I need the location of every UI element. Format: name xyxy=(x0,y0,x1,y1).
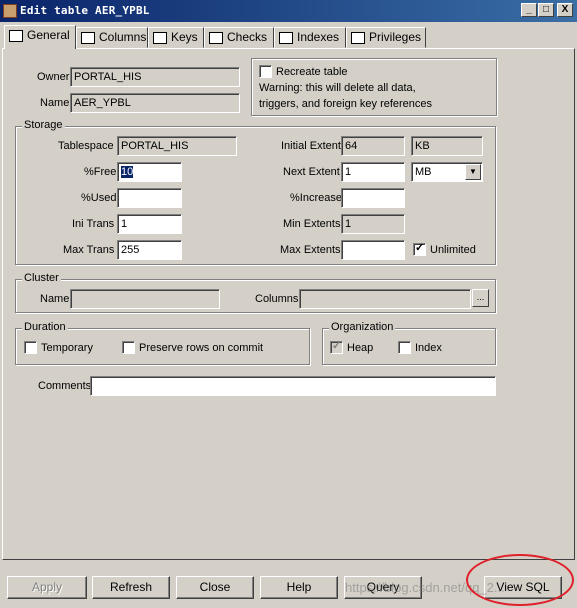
organization-group-title: Organization xyxy=(329,321,396,333)
next-extent-label: Next Extent xyxy=(283,166,340,178)
max-extents-label: Max Extents xyxy=(280,244,341,256)
initial-extent-field: 64 xyxy=(341,136,405,156)
tab-keys[interactable]: Keys xyxy=(148,27,204,48)
heap-checkbox[interactable] xyxy=(330,339,343,354)
next-extent-input[interactable]: 1 xyxy=(341,162,405,182)
unlimited-label: Unlimited xyxy=(430,244,476,256)
tab-indexes[interactable]: Indexes xyxy=(274,27,346,48)
index-label: Index xyxy=(415,342,442,354)
duration-group-title: Duration xyxy=(22,321,68,333)
tab-indexes-label: Indexes xyxy=(297,30,340,44)
help-button[interactable]: Help xyxy=(260,576,338,599)
index-checkbox[interactable] xyxy=(398,341,411,354)
highlight-ellipse xyxy=(466,554,574,606)
tab-keys-label: Keys xyxy=(171,30,198,44)
pctfree-label: %Free xyxy=(84,166,117,178)
initial-extent-unit: KB xyxy=(411,136,483,156)
cluster-columns-label: Columns xyxy=(255,293,299,305)
name-label: Name xyxy=(40,97,70,109)
tab-checks[interactable]: Checks xyxy=(204,27,274,48)
name-field: AER_YPBL xyxy=(70,93,240,113)
comments-input[interactable] xyxy=(90,376,496,396)
window-title: Edit table AER_YPBL xyxy=(20,4,150,17)
owner-label: Owner xyxy=(37,71,70,83)
temporary-label: Temporary xyxy=(41,342,93,354)
owner-field: PORTAL_HIS xyxy=(70,67,240,87)
storage-group-title: Storage xyxy=(22,119,65,131)
pctfree-value: 10 xyxy=(121,166,134,178)
refresh-button[interactable]: Refresh xyxy=(92,576,170,599)
tab-columns-label: Columns xyxy=(99,30,147,44)
tab-columns[interactable]: Columns xyxy=(76,27,148,48)
unlimited-checkbox[interactable] xyxy=(413,241,426,256)
tablespace-field: PORTAL_HIS xyxy=(117,136,237,156)
app-icon xyxy=(3,4,17,18)
next-extent-unit-select[interactable]: MB ▼ xyxy=(411,162,483,182)
preserve-rows-label: Preserve rows on commit xyxy=(139,342,264,354)
minimize-button[interactable]: _ xyxy=(521,3,537,17)
checks-tab-icon xyxy=(209,32,223,44)
preserve-rows-checkbox[interactable] xyxy=(122,341,135,354)
recreate-checkbox[interactable] xyxy=(259,65,272,78)
privileges-tab-icon xyxy=(351,32,365,44)
close-window-button[interactable]: X xyxy=(557,3,573,17)
cluster-name-field xyxy=(70,289,220,309)
keys-tab-icon xyxy=(153,32,167,44)
pctfree-input[interactable]: 10 xyxy=(117,162,182,182)
initrans-input[interactable]: 1 xyxy=(117,214,182,234)
maxtrans-input[interactable]: 255 xyxy=(117,240,182,260)
cluster-columns-browse-button[interactable]: ... xyxy=(472,289,489,307)
pctincrease-input[interactable] xyxy=(341,188,405,208)
title-bar: Edit table AER_YPBL _ □ X xyxy=(0,0,577,22)
recreate-label: Recreate table xyxy=(276,66,348,78)
pctincrease-label: %Increase xyxy=(290,192,342,204)
apply-button[interactable]: Apply xyxy=(7,576,87,599)
columns-tab-icon xyxy=(81,32,95,44)
tab-privileges[interactable]: Privileges xyxy=(346,27,426,48)
tab-general[interactable]: General xyxy=(4,25,76,49)
max-extents-input[interactable] xyxy=(341,240,405,260)
min-extents-label: Min Extents xyxy=(283,218,341,230)
maxtrans-label: Max Trans xyxy=(63,244,115,256)
min-extents-field: 1 xyxy=(341,214,405,234)
cluster-group-title: Cluster xyxy=(22,272,61,284)
pctused-input[interactable] xyxy=(117,188,182,208)
pctused-label: %Used xyxy=(81,192,117,204)
maximize-button[interactable]: □ xyxy=(538,3,554,17)
tab-general-label: General xyxy=(27,28,70,42)
indexes-tab-icon xyxy=(279,32,293,44)
comments-label: Comments xyxy=(38,380,92,392)
tab-checks-label: Checks xyxy=(227,30,268,44)
general-tab-icon xyxy=(9,30,23,42)
recreate-warning-line1: Warning: this will delete all data, xyxy=(259,82,416,94)
initrans-label: Ini Trans xyxy=(72,218,115,230)
next-extent-unit-value: MB xyxy=(415,166,432,178)
recreate-warning-line2: triggers, and foreign key references xyxy=(259,98,433,110)
cluster-name-label: Name xyxy=(40,293,70,305)
chevron-down-icon[interactable]: ▼ xyxy=(465,164,481,180)
initial-extent-label: Initial Extent xyxy=(281,140,341,152)
heap-label: Heap xyxy=(347,342,374,354)
tablespace-label: Tablespace xyxy=(58,140,114,152)
close-button[interactable]: Close xyxy=(176,576,254,599)
tab-privileges-label: Privileges xyxy=(369,30,422,44)
temporary-checkbox[interactable] xyxy=(24,341,37,354)
cluster-columns-field xyxy=(299,289,471,309)
